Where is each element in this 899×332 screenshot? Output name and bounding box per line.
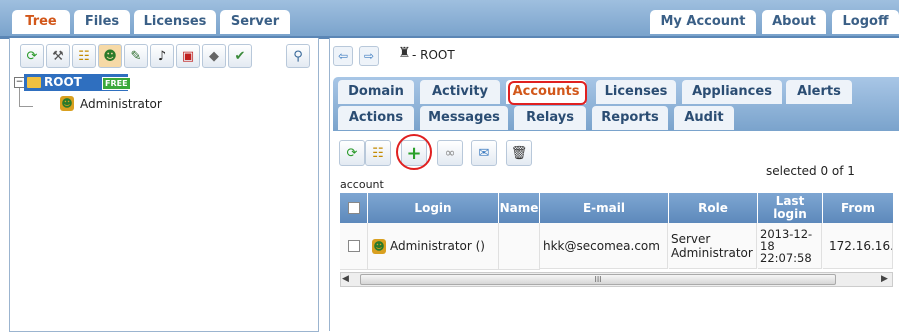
tree-line	[19, 88, 20, 106]
name-cell	[499, 223, 540, 270]
tools-icon[interactable]: ⚒	[46, 44, 70, 68]
briefcase-icon[interactable]: ▣	[176, 44, 200, 68]
select-all-checkbox[interactable]	[347, 202, 360, 214]
tab-licenses[interactable]: Licenses	[134, 10, 216, 34]
tab-my-account[interactable]: My Account	[650, 10, 756, 34]
column-login[interactable]: Login	[368, 193, 499, 223]
section-label: account	[340, 178, 384, 191]
tree-item-administrator[interactable]: Administrator	[80, 97, 162, 111]
device-icon[interactable]: ◆	[202, 44, 226, 68]
folder-icon	[27, 77, 41, 88]
add-highlight	[396, 134, 432, 170]
selection-count: selected 0 of 1	[766, 164, 855, 178]
column-role[interactable]: Role	[669, 193, 758, 223]
role-value: Server Administrator	[671, 231, 753, 260]
scrollbar-grip: III	[594, 275, 602, 284]
administrator-icon: ☻	[60, 96, 74, 111]
column-from[interactable]: From	[823, 193, 894, 223]
link-icon[interactable]: ∞	[437, 140, 463, 166]
tab-messages[interactable]: Messages	[420, 106, 508, 130]
tree-view-icon[interactable]: ☷	[72, 44, 96, 68]
edit-icon[interactable]: ✎	[124, 44, 148, 68]
login-value[interactable]: Administrator ()	[390, 239, 485, 253]
tab-alerts[interactable]: Alerts	[786, 80, 852, 104]
free-badge: FREE	[102, 77, 131, 90]
tab-files[interactable]: Files	[74, 10, 130, 34]
last-login-value: 2013-12-18 22:07:58	[760, 226, 813, 265]
tab-audit[interactable]: Audit	[674, 106, 734, 130]
tab-server[interactable]: Server	[220, 10, 290, 34]
tab-reports[interactable]: Reports	[592, 106, 668, 130]
scroll-left-icon[interactable]: ◀	[342, 274, 349, 284]
accounts-highlight	[508, 81, 587, 105]
tab-activity[interactable]: Activity	[420, 80, 500, 104]
role-cell: Server Administrator	[669, 223, 757, 269]
column-name[interactable]: Name	[499, 193, 540, 223]
from-cell: 172.16.16.	[823, 223, 893, 269]
column-email[interactable]: E-mail	[540, 193, 669, 223]
tab-logoff[interactable]: Logoff	[832, 10, 899, 34]
tab-actions[interactable]: Actions	[338, 106, 414, 130]
login-cell: ☻ Administrator ()	[368, 223, 499, 270]
from-value: 172.16.16.	[829, 238, 893, 253]
check-icon[interactable]: ✔	[228, 44, 252, 68]
search-icon[interactable]: ⚲	[286, 44, 310, 68]
back-arrow-icon[interactable]: ⇦	[333, 46, 353, 66]
tab-relays[interactable]: Relays	[514, 106, 586, 130]
tab-about[interactable]: About	[762, 10, 826, 34]
column-last-login[interactable]: Last login	[758, 193, 823, 223]
domain-path: - ROOT	[412, 48, 455, 62]
tab-tree[interactable]: Tree	[12, 10, 70, 34]
email-cell: hkk@secomea.com	[540, 223, 668, 269]
tab-domain[interactable]: Domain	[338, 80, 414, 104]
tree-root-label[interactable]: ROOT	[44, 75, 82, 89]
scroll-right-icon[interactable]: ▶	[881, 274, 888, 284]
message-icon[interactable]: ✉	[471, 140, 497, 166]
row-checkbox[interactable]	[347, 240, 360, 252]
forward-arrow-icon[interactable]: ⇨	[359, 46, 379, 66]
tab-appliances[interactable]: Appliances	[682, 80, 782, 104]
row-select-cell	[340, 223, 368, 270]
administrator-icon: ☻	[372, 238, 386, 254]
tree-view-icon[interactable]: ☷	[365, 140, 391, 166]
refresh-icon[interactable]: ⟳	[339, 140, 365, 166]
tab-licenses[interactable]: Licenses	[596, 80, 676, 104]
email-value: hkk@secomea.com	[543, 238, 660, 253]
scrollbar-thumb[interactable]: III	[360, 274, 836, 285]
tree-line	[19, 106, 33, 107]
delete-icon[interactable]: 🗑	[506, 140, 532, 166]
select-all-header	[340, 193, 368, 223]
last-login-cell: 2013-12-18 22:07:58	[758, 223, 822, 269]
refresh-icon[interactable]: ⟳	[20, 44, 44, 68]
domain-icon: ♜	[398, 45, 411, 61]
user-icon[interactable]: ☻	[98, 44, 122, 68]
bell-icon[interactable]: ♪	[150, 44, 174, 68]
